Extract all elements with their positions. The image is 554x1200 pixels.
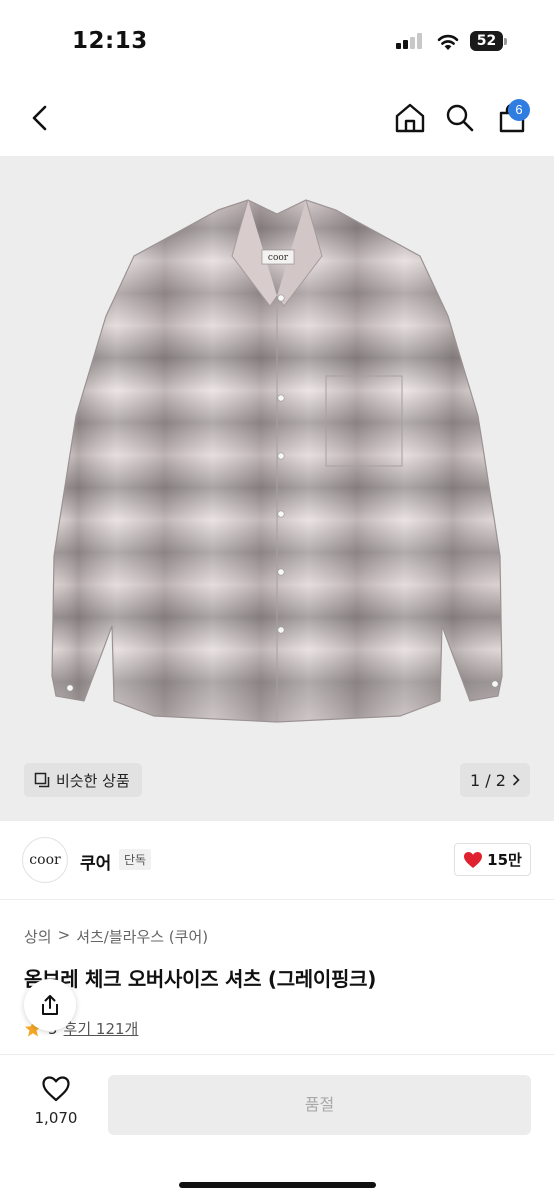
- home-button[interactable]: [392, 100, 428, 136]
- similar-products-button[interactable]: 비슷한 상품: [24, 763, 142, 797]
- brand-row: coor 쿠어 단독 15만: [0, 822, 554, 900]
- sold-out-button[interactable]: 품절: [108, 1075, 531, 1135]
- like-button[interactable]: 15만: [454, 843, 531, 876]
- breadcrumb-item[interactable]: 상의: [24, 926, 52, 947]
- image-page-indicator: 1 / 2: [470, 770, 506, 790]
- share-icon: [42, 995, 58, 1015]
- search-button[interactable]: [442, 100, 478, 136]
- shirt-image: coor: [51, 199, 503, 723]
- home-icon: [395, 103, 425, 133]
- wishlist-count: 1,070: [34, 1109, 78, 1127]
- heart-icon: [464, 851, 483, 868]
- top-navigation: [0, 80, 554, 156]
- similar-products-label: 비슷한 상품: [56, 771, 130, 790]
- wifi-icon: [437, 34, 459, 50]
- product-title: 옴브레 체크 오버사이즈 셔츠 (그레이핑크): [24, 967, 377, 991]
- breadcrumb-item[interactable]: 셔츠/블라우스 (쿠어): [76, 926, 208, 947]
- bottom-action-bar: 1,070 품절: [0, 1054, 554, 1200]
- brand-name[interactable]: 쿠어: [80, 849, 111, 874]
- back-button[interactable]: [22, 100, 58, 136]
- product-page: 12:13 52 6 coor 비슷한 상품 1 / 2 coor 쿠어 단독 …: [0, 0, 554, 1200]
- brand-logo[interactable]: coor: [22, 837, 68, 883]
- cart-count-badge: 6: [508, 99, 530, 121]
- battery-level: 52: [470, 31, 503, 51]
- search-icon: [446, 104, 474, 132]
- review-count-link[interactable]: 후기 121개: [64, 1018, 139, 1039]
- image-pager[interactable]: 1 / 2: [460, 763, 530, 797]
- shirt-brand-tag: coor: [268, 253, 289, 263]
- breadcrumb-separator: >: [57, 926, 71, 944]
- cellular-signal-icon: [396, 33, 426, 49]
- exclusive-badge: 단독: [119, 849, 152, 870]
- share-button[interactable]: [24, 979, 76, 1031]
- battery-icon: 52: [470, 31, 507, 51]
- wishlist-button[interactable]: 1,070: [26, 1075, 86, 1127]
- status-bar: 12:13 52: [0, 0, 554, 80]
- chevron-left-icon: [32, 105, 47, 131]
- copy-icon: [34, 772, 50, 788]
- like-count: 15만: [487, 851, 522, 869]
- heart-outline-icon: [42, 1076, 70, 1102]
- status-time: 12:13: [72, 28, 148, 54]
- category-breadcrumb: 상의 > 셔츠/블라우스 (쿠어): [24, 926, 208, 947]
- product-image[interactable]: coor: [0, 156, 554, 821]
- chevron-right-icon: [513, 774, 520, 786]
- home-indicator: [179, 1182, 376, 1188]
